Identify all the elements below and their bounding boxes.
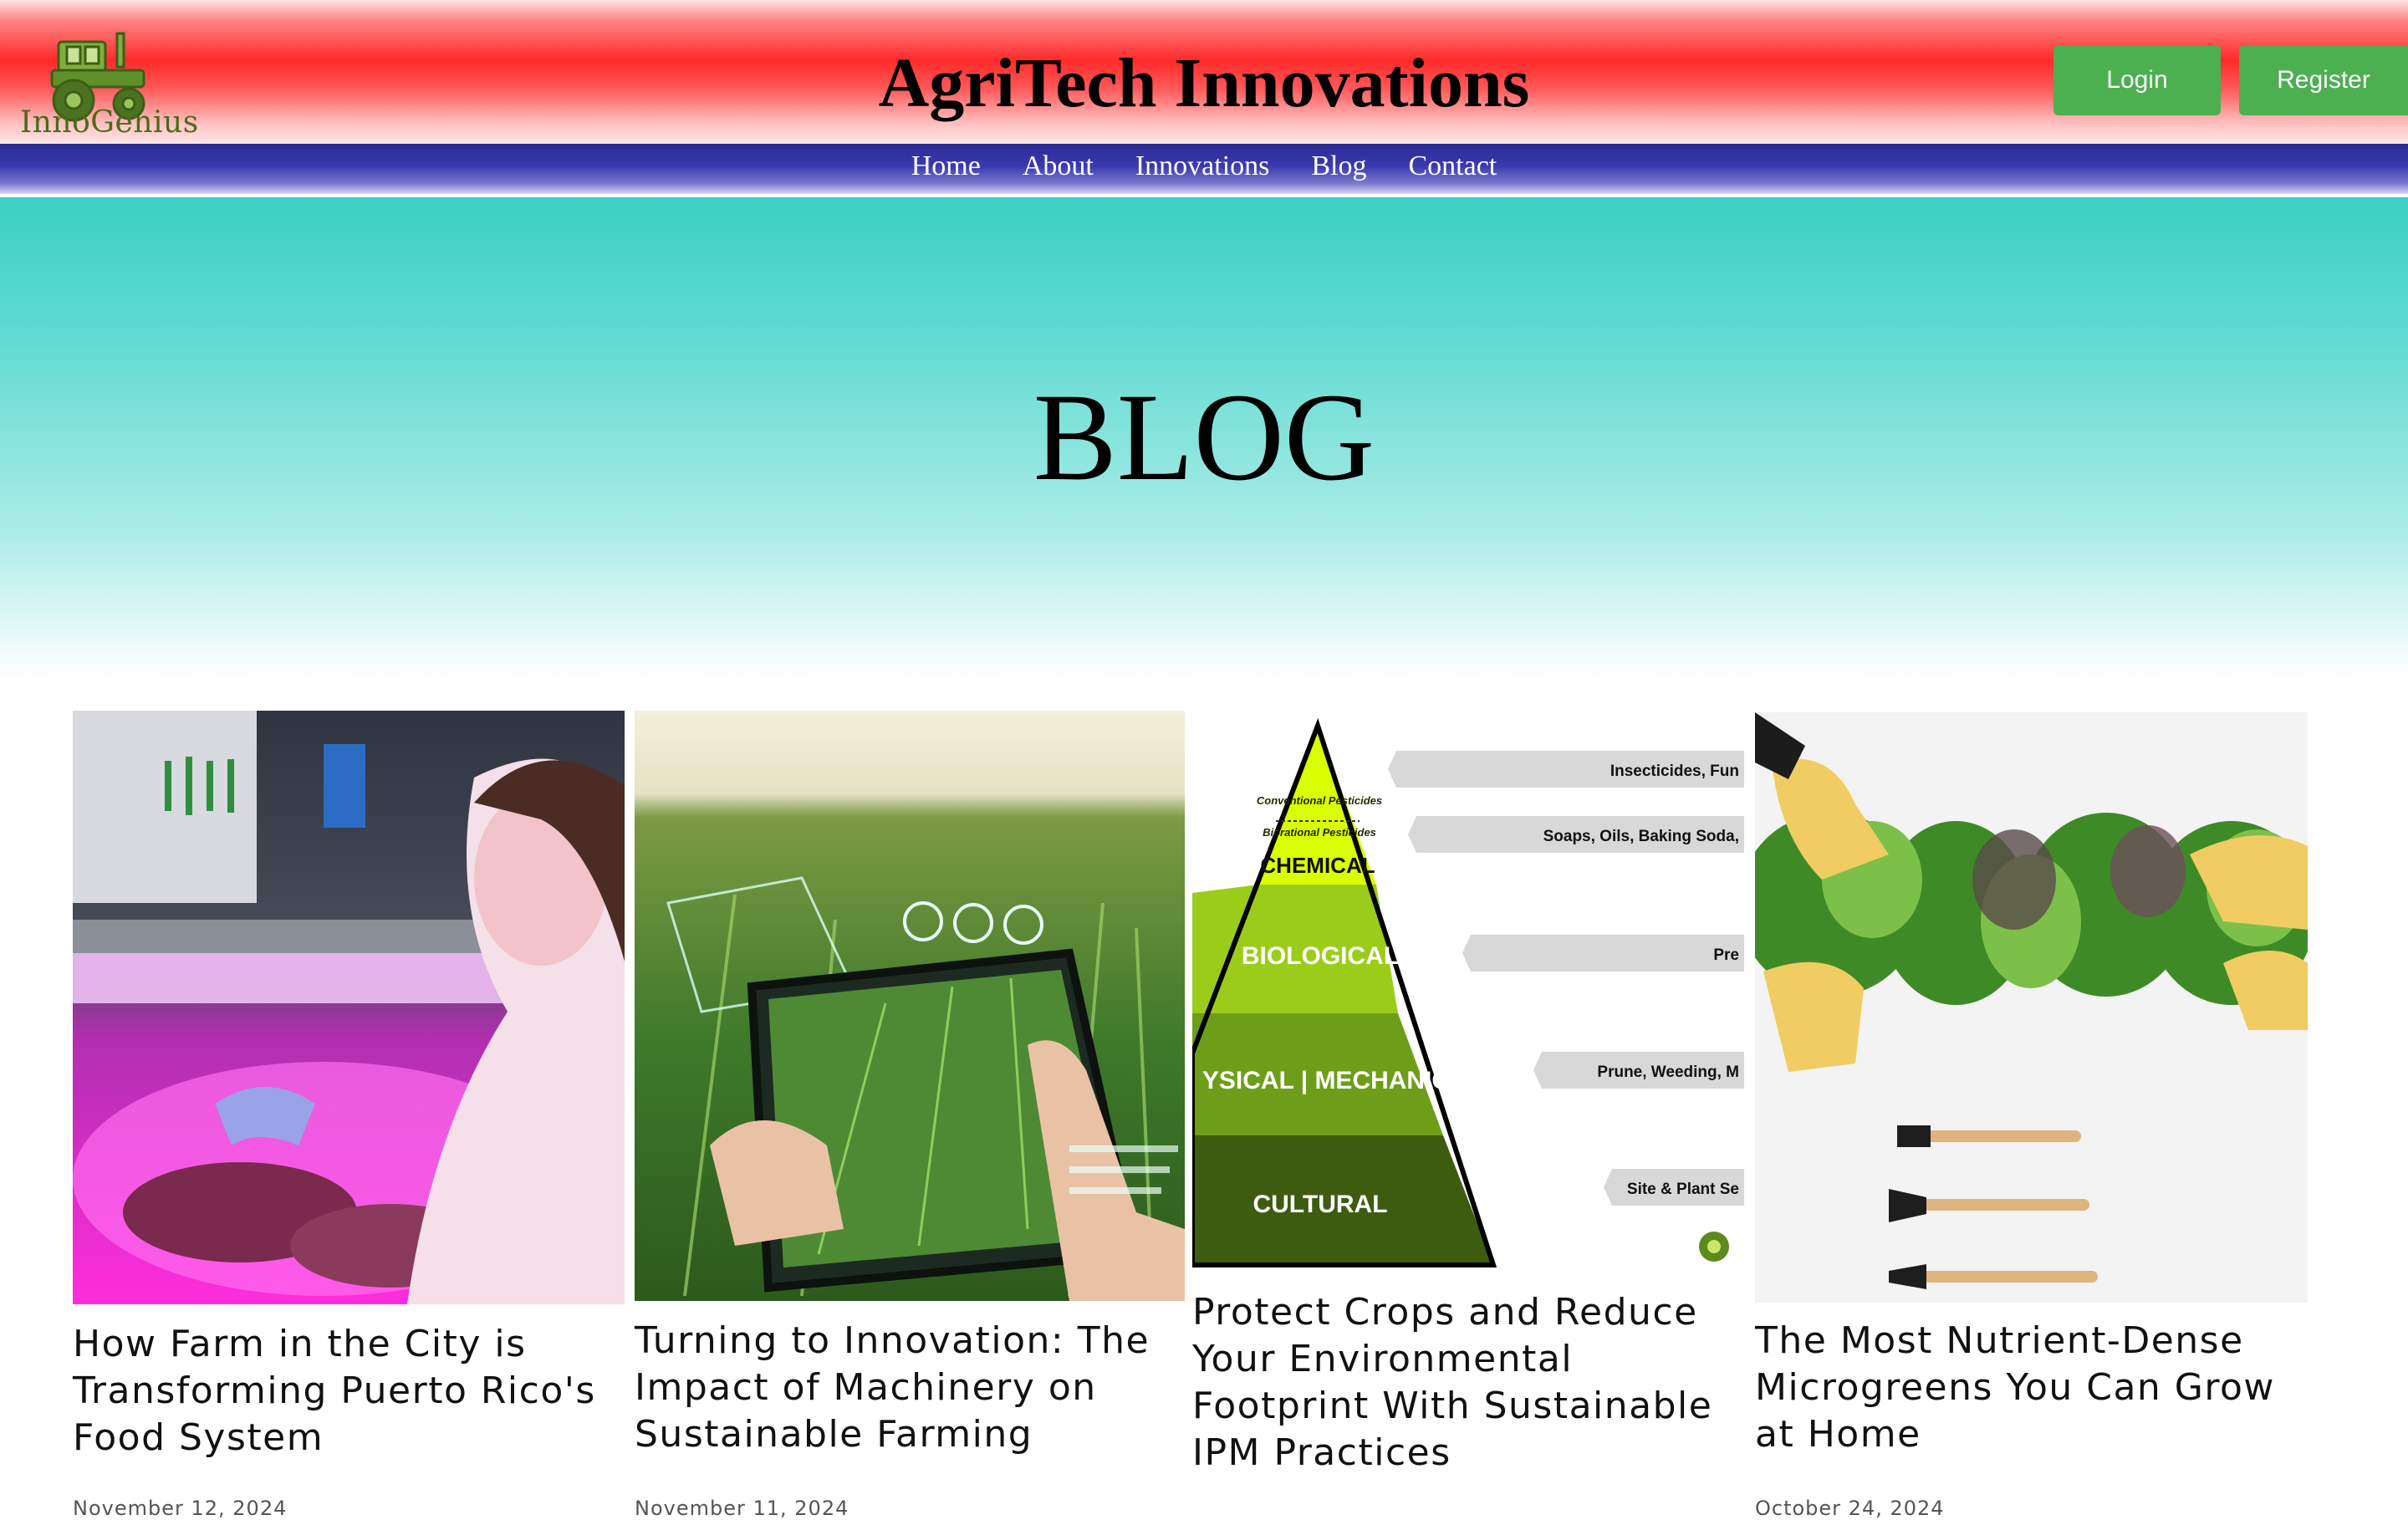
ipm-level-mechanical: YSICAL | MECHANICAL [1202,1067,1483,1094]
nav-blog-link[interactable]: Blog [1311,150,1366,182]
blog-card-title[interactable]: The Most Nutrient-Dense Microgreens You … [1755,1318,2307,1458]
login-button[interactable]: Login [2053,45,2221,115]
smart-tablet-field-image[interactable] [635,711,1185,1301]
blog-card-date: October 24, 2024 [1755,1497,1945,1520]
page-title: BLOG [1033,368,1375,507]
nav-about-link[interactable]: About [1023,150,1094,182]
ipm-callout-text: Soaps, Oils, Baking Soda, [1543,828,1739,845]
register-button[interactable]: Register [2239,45,2408,115]
nav-innovations-link[interactable]: Innovations [1135,150,1270,182]
nav-contact-link[interactable]: Contact [1409,150,1497,182]
ipm-level-biological: BIOLOGICAL [1242,942,1399,970]
blog-card-title[interactable]: How Farm in the City is Transforming Pue… [73,1321,625,1461]
ipm-level-chemical: CHEMICAL [1260,853,1375,878]
nav-home-link[interactable]: Home [911,150,981,182]
ipm-note-text: Conventional Pesticides [1257,794,1382,807]
site-title: AgriTech Innovations [878,44,1530,122]
blog-card-date: November 12, 2024 [73,1497,288,1520]
ipm-level-cultural: CULTURAL [1252,1191,1387,1218]
ipm-callout-text: Site & Plant Se [1627,1181,1739,1198]
ipm-callout-text: Pre [1713,946,1739,964]
blog-card-title[interactable]: Protect Crops and Reduce Your Environmen… [1192,1289,1744,1477]
ipm-note-text: Biorational Pesticides [1263,826,1376,839]
blog-card-date: November 11, 2024 [635,1497,849,1520]
hero-banner: BLOG [0,197,2408,677]
ipm-callout-text: Insecticides, Fun [1610,763,1739,780]
main-nav: Home About Innovations Blog Contact [0,144,2408,196]
blog-card-title[interactable]: Turning to Innovation: The Impact of Mac… [635,1318,1186,1458]
indoor-farming-image[interactable] [73,711,625,1304]
site-header: InnoGenius AgriTech Innovations Login Re… [0,0,2408,144]
ipm-callout-text: Prune, Weeding, M [1597,1063,1739,1081]
microgreens-image[interactable] [1755,712,2308,1303]
ipm-pyramid-image[interactable]: Insecticides, Fun Soaps, Oils, Baking So… [1192,711,1744,1271]
